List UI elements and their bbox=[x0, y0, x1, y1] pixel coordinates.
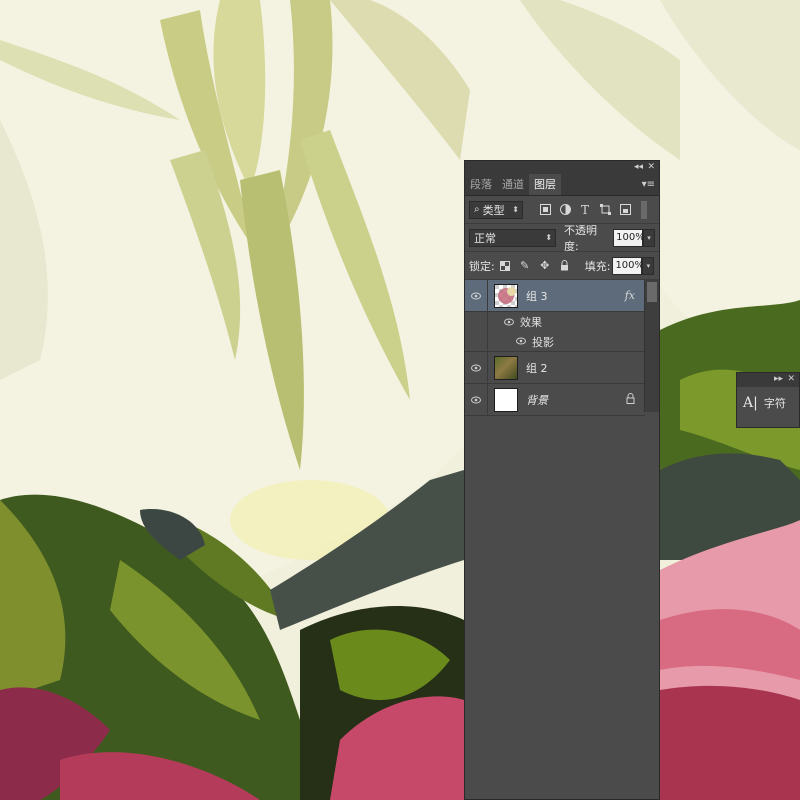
layer-name: 背景 bbox=[526, 393, 548, 407]
layer-name: 组 2 bbox=[526, 361, 548, 375]
effects-row[interactable]: 效果 bbox=[465, 312, 645, 332]
opacity-dropdown-icon[interactable]: ▾ bbox=[643, 228, 655, 247]
fill-input[interactable]: 100% bbox=[612, 256, 644, 275]
updown-icon: ⬍ bbox=[545, 233, 553, 242]
close-icon[interactable]: ✕ bbox=[647, 162, 655, 172]
effects-label: 效果 bbox=[520, 316, 542, 329]
shape-filter-icon[interactable] bbox=[597, 202, 613, 218]
blend-mode-value: 正常 bbox=[474, 231, 496, 245]
character-icon: A| bbox=[743, 395, 758, 411]
panel-menu-icon[interactable]: ▾≡ bbox=[642, 179, 655, 190]
lock-row: 锁定: ✎ ✥ 填充: 100% ▾ bbox=[465, 252, 659, 280]
blend-mode-select[interactable]: 正常 ⬍ bbox=[469, 228, 557, 247]
layer-row-background[interactable]: 背景 bbox=[465, 384, 645, 416]
fill-label: 填充: bbox=[584, 259, 611, 273]
layer-thumbnail bbox=[494, 387, 518, 412]
layers-scrollbar[interactable] bbox=[644, 280, 659, 412]
filter-kind-label: 类型 bbox=[482, 203, 505, 217]
expand-icon[interactable]: ▸▸ bbox=[774, 374, 783, 384]
character-panel-button[interactable]: A| 字符 bbox=[743, 395, 799, 411]
scrollbar-thumb[interactable] bbox=[647, 282, 657, 302]
visibility-eye-icon[interactable] bbox=[465, 352, 488, 383]
layer-thumbnail bbox=[494, 283, 518, 308]
panel-titlebar[interactable]: ◂◂ ✕ bbox=[465, 161, 659, 175]
layers-list: 组 3 fx 效果 投影 组 2 背景 bbox=[465, 280, 659, 416]
type-filter-icon[interactable]: T bbox=[577, 202, 593, 218]
canvas-artwork bbox=[0, 0, 800, 800]
visibility-eye-icon[interactable] bbox=[465, 384, 488, 415]
fill-dropdown-icon[interactable]: ▾ bbox=[642, 256, 655, 275]
collapse-icon[interactable]: ◂◂ bbox=[634, 162, 643, 172]
lock-transparent-icon[interactable] bbox=[497, 258, 513, 274]
filter-row: ⌕ 类型 ⬍ T bbox=[465, 196, 659, 224]
mini-titlebar[interactable]: ▸▸ ✕ bbox=[737, 373, 799, 387]
opacity-label: 不透明度: bbox=[564, 223, 598, 253]
lock-label: 锁定: bbox=[469, 259, 495, 273]
pixel-filter-icon[interactable] bbox=[537, 202, 553, 218]
layer-row-group3[interactable]: 组 3 fx bbox=[465, 280, 645, 312]
character-panel-collapsed: ▸▸ ✕ A| 字符 bbox=[736, 372, 800, 428]
adjustment-filter-icon[interactable] bbox=[557, 202, 573, 218]
filter-kind-select[interactable]: ⌕ 类型 ⬍ bbox=[469, 200, 523, 219]
updown-icon: ⬍ bbox=[512, 205, 519, 214]
smartobject-filter-icon[interactable] bbox=[617, 202, 633, 218]
layer-thumbnail bbox=[494, 355, 518, 380]
visibility-eye-icon[interactable] bbox=[465, 280, 488, 311]
blend-row: 正常 ⬍ 不透明度: 100% ▾ bbox=[465, 223, 659, 253]
tab-channels[interactable]: 通道 bbox=[497, 174, 529, 195]
effect-item-row[interactable]: 投影 bbox=[465, 332, 645, 352]
effect-item-label: 投影 bbox=[532, 335, 554, 349]
close-icon[interactable]: ✕ bbox=[787, 374, 795, 384]
character-label: 字符 bbox=[763, 397, 786, 410]
fx-badge[interactable]: fx bbox=[625, 289, 635, 302]
search-icon: ⌕ bbox=[474, 204, 480, 215]
tab-paragraph[interactable]: 段落 bbox=[465, 174, 497, 195]
panel-tabs: 段落 通道 图层 ▾≡ bbox=[465, 174, 659, 196]
lock-pixels-icon[interactable]: ✎ bbox=[517, 258, 533, 274]
layer-row-group2[interactable]: 组 2 bbox=[465, 352, 645, 384]
effect-eye-icon[interactable] bbox=[516, 335, 526, 348]
filter-toggle[interactable] bbox=[641, 200, 647, 219]
layer-name: 组 3 bbox=[526, 289, 548, 303]
layers-panel: ◂◂ ✕ 段落 通道 图层 ▾≡ ⌕ 类型 ⬍ T 正常 ⬍ 不透明度: 100… bbox=[464, 160, 660, 800]
layer-lock-icon[interactable] bbox=[626, 392, 635, 407]
lock-all-icon[interactable] bbox=[557, 258, 573, 274]
effects-eye-icon[interactable] bbox=[504, 316, 514, 329]
opacity-input[interactable]: 100% bbox=[613, 228, 645, 247]
tab-layers[interactable]: 图层 bbox=[529, 174, 561, 195]
lock-position-icon[interactable]: ✥ bbox=[537, 258, 553, 274]
